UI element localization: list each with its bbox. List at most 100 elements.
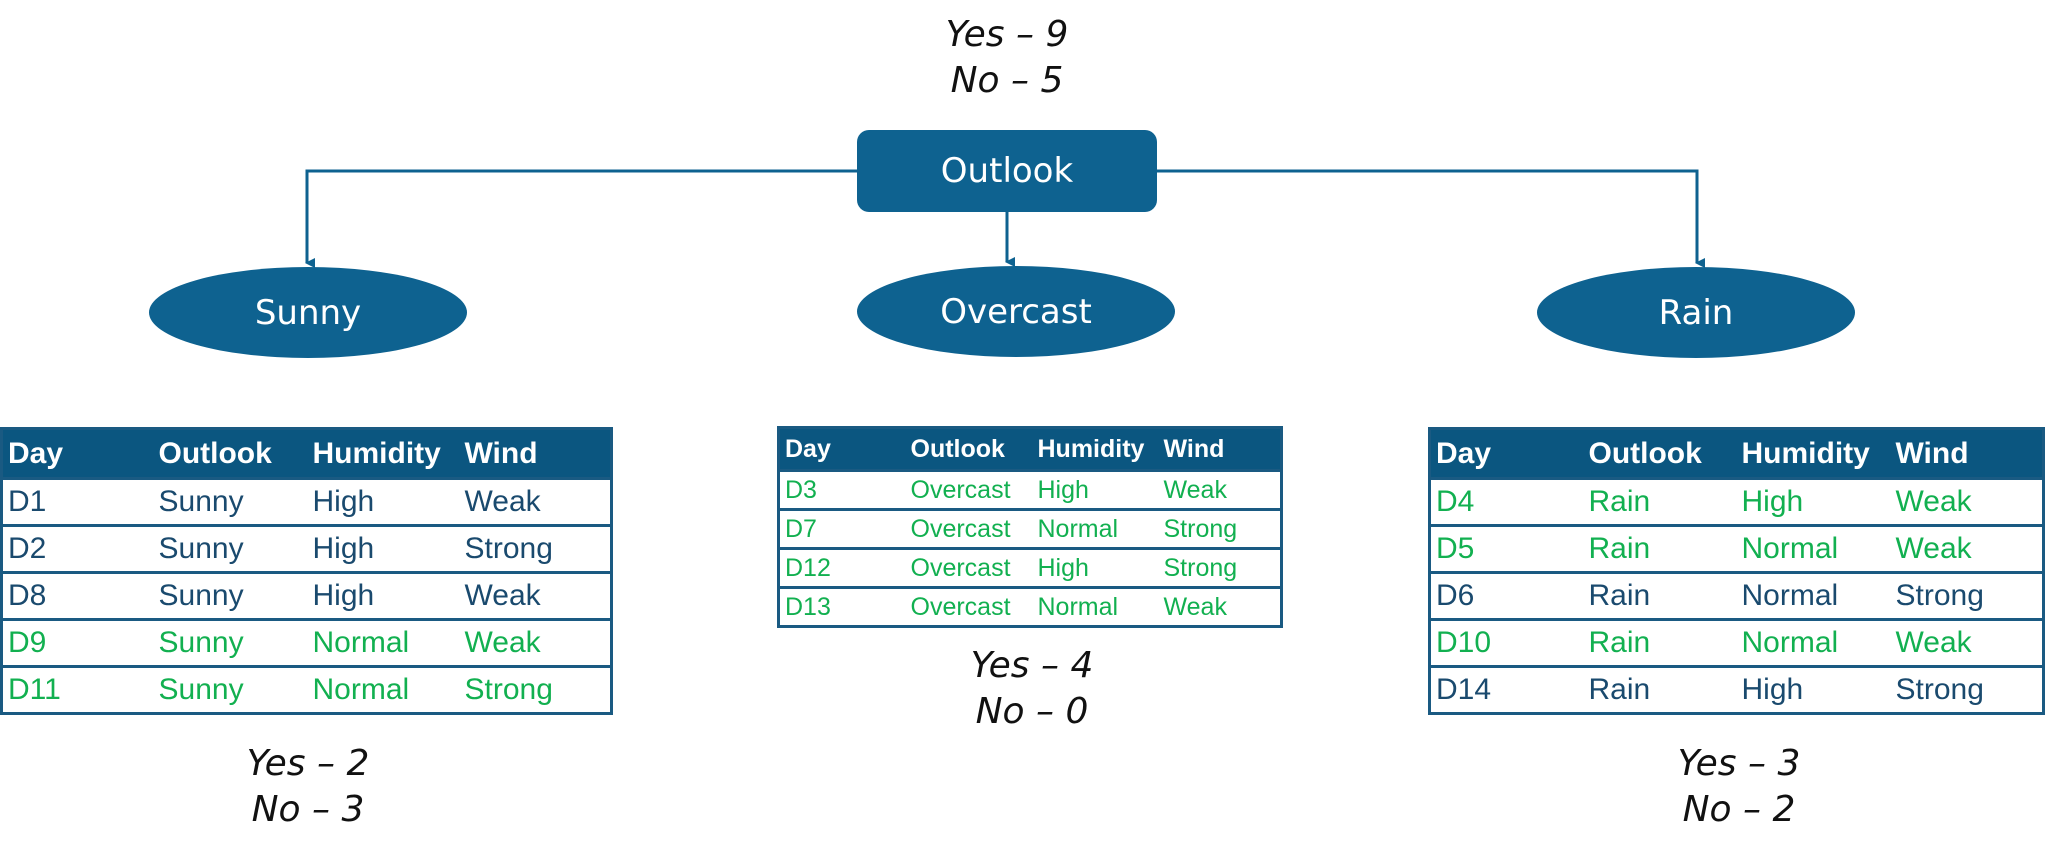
table-row: D10 Rain Normal Weak bbox=[1429, 618, 2044, 667]
cell-humidity: Normal bbox=[307, 665, 460, 714]
cell-outlook: Rain bbox=[1583, 571, 1737, 620]
cell-outlook: Overcast bbox=[905, 586, 1033, 627]
rain-table: Day Outlook Humidity Wind D4 Rain High Weak… bbox=[1428, 427, 2045, 715]
cell-humidity: High bbox=[307, 571, 460, 620]
rain-no-count: No – 2 bbox=[1682, 789, 1796, 830]
cell-wind: Weak bbox=[459, 477, 612, 526]
table-header-row: Day Outlook Humidity Wind bbox=[1, 428, 612, 479]
column-header: Outlook bbox=[1583, 428, 1737, 479]
cell-day: D8 bbox=[1, 571, 154, 620]
cell-day: D12 bbox=[778, 547, 906, 588]
cell-humidity: Normal bbox=[1032, 508, 1159, 549]
cell-wind: Weak bbox=[1890, 524, 2044, 573]
cell-humidity: Normal bbox=[307, 618, 460, 667]
root-no-count: No – 5 bbox=[950, 60, 1064, 101]
root-node-outlook: Outlook bbox=[857, 130, 1157, 212]
column-header: Day bbox=[778, 427, 906, 471]
table-row: D1 Sunny High Weak bbox=[1, 477, 612, 526]
table-row: D2 Sunny High Strong bbox=[1, 524, 612, 573]
cell-wind: Weak bbox=[1158, 469, 1282, 510]
cell-humidity: High bbox=[307, 477, 460, 526]
rain-yes-count: Yes – 3 bbox=[1677, 743, 1801, 784]
table-row: D5 Rain Normal Weak bbox=[1429, 524, 2044, 573]
table-row: D8 Sunny High Weak bbox=[1, 571, 612, 620]
cell-outlook: Rain bbox=[1583, 524, 1737, 573]
table-row: D3 Overcast High Weak bbox=[778, 469, 1282, 510]
cell-wind: Strong bbox=[1890, 571, 2044, 620]
cell-humidity: Normal bbox=[1032, 586, 1159, 627]
column-header: Wind bbox=[459, 428, 612, 479]
cell-wind: Weak bbox=[1158, 586, 1282, 627]
overcast-counts: Yes – 4 No – 0 bbox=[912, 643, 1152, 735]
branch-label: Overcast bbox=[940, 291, 1092, 332]
cell-day: D2 bbox=[1, 524, 154, 573]
column-header: Wind bbox=[1158, 427, 1282, 471]
table-row: D14 Rain High Strong bbox=[1429, 665, 2044, 714]
cell-humidity: Normal bbox=[1736, 524, 1891, 573]
cell-wind: Weak bbox=[459, 618, 612, 667]
column-header: Day bbox=[1, 428, 154, 479]
cell-outlook: Rain bbox=[1583, 618, 1737, 667]
cell-day: D11 bbox=[1, 665, 154, 714]
cell-humidity: Normal bbox=[1736, 618, 1891, 667]
table-row: D13 Overcast Normal Weak bbox=[778, 586, 1282, 627]
column-header: Humidity bbox=[1032, 427, 1159, 471]
table-row: D6 Rain Normal Strong bbox=[1429, 571, 2044, 620]
branch-label: Sunny bbox=[254, 292, 362, 333]
cell-day: D6 bbox=[1429, 571, 1584, 620]
cell-humidity: High bbox=[1736, 665, 1891, 714]
cell-outlook: Overcast bbox=[905, 469, 1033, 510]
branch-node-rain: Rain bbox=[1537, 267, 1855, 358]
cell-outlook: Overcast bbox=[905, 547, 1033, 588]
root-node-label: Outlook bbox=[940, 151, 1074, 191]
cell-wind: Strong bbox=[1158, 547, 1282, 588]
cell-day: D9 bbox=[1, 618, 154, 667]
cell-outlook: Rain bbox=[1583, 665, 1737, 714]
edge-sunny bbox=[305, 169, 857, 268]
branch-label: Rain bbox=[1658, 292, 1734, 333]
cell-wind: Strong bbox=[1890, 665, 2044, 714]
rain-counts: Yes – 3 No – 2 bbox=[1619, 741, 1859, 833]
overcast-yes-count: Yes – 4 bbox=[970, 645, 1094, 686]
cell-outlook: Sunny bbox=[153, 477, 308, 526]
column-header: Humidity bbox=[307, 428, 460, 479]
column-header: Humidity bbox=[1736, 428, 1891, 479]
cell-humidity: High bbox=[1736, 477, 1891, 526]
branch-node-overcast: Overcast bbox=[857, 266, 1175, 357]
cell-day: D5 bbox=[1429, 524, 1584, 573]
table-row: D11 Sunny Normal Strong bbox=[1, 665, 612, 714]
table-row: D4 Rain High Weak bbox=[1429, 477, 2044, 526]
column-header: Wind bbox=[1890, 428, 2044, 479]
root-yes-count: Yes – 9 bbox=[945, 14, 1069, 55]
table-header-row: Day Outlook Humidity Wind bbox=[1429, 428, 2044, 479]
cell-humidity: High bbox=[1032, 469, 1159, 510]
cell-outlook: Sunny bbox=[153, 665, 308, 714]
cell-wind: Strong bbox=[459, 665, 612, 714]
cell-outlook: Sunny bbox=[153, 571, 308, 620]
cell-outlook: Sunny bbox=[153, 524, 308, 573]
cell-day: D7 bbox=[778, 508, 906, 549]
table-row: D7 Overcast Normal Strong bbox=[778, 508, 1282, 549]
cell-day: D10 bbox=[1429, 618, 1584, 667]
overcast-table: Day Outlook Humidity Wind D3 Overcast High… bbox=[777, 426, 1283, 628]
edge-rain bbox=[1157, 169, 1705, 268]
cell-outlook: Overcast bbox=[905, 508, 1033, 549]
sunny-table: Day Outlook Humidity Wind D1 Sunny High Wea… bbox=[0, 427, 613, 715]
cell-day: D13 bbox=[778, 586, 906, 627]
cell-outlook: Sunny bbox=[153, 618, 308, 667]
table-header-row: Day Outlook Humidity Wind bbox=[778, 427, 1282, 471]
cell-day: D4 bbox=[1429, 477, 1584, 526]
cell-day: D1 bbox=[1, 477, 154, 526]
cell-wind: Weak bbox=[1890, 618, 2044, 667]
column-header: Outlook bbox=[905, 427, 1033, 471]
cell-outlook: Rain bbox=[1583, 477, 1737, 526]
sunny-yes-count: Yes – 2 bbox=[246, 743, 370, 784]
cell-wind: Strong bbox=[1158, 508, 1282, 549]
cell-humidity: High bbox=[307, 524, 460, 573]
overcast-no-count: No – 0 bbox=[975, 691, 1089, 732]
cell-wind: Weak bbox=[459, 571, 612, 620]
table-row: D9 Sunny Normal Weak bbox=[1, 618, 612, 667]
column-header: Day bbox=[1429, 428, 1584, 479]
root-counts: Yes – 9 No – 5 bbox=[887, 12, 1127, 104]
cell-wind: Weak bbox=[1890, 477, 2044, 526]
